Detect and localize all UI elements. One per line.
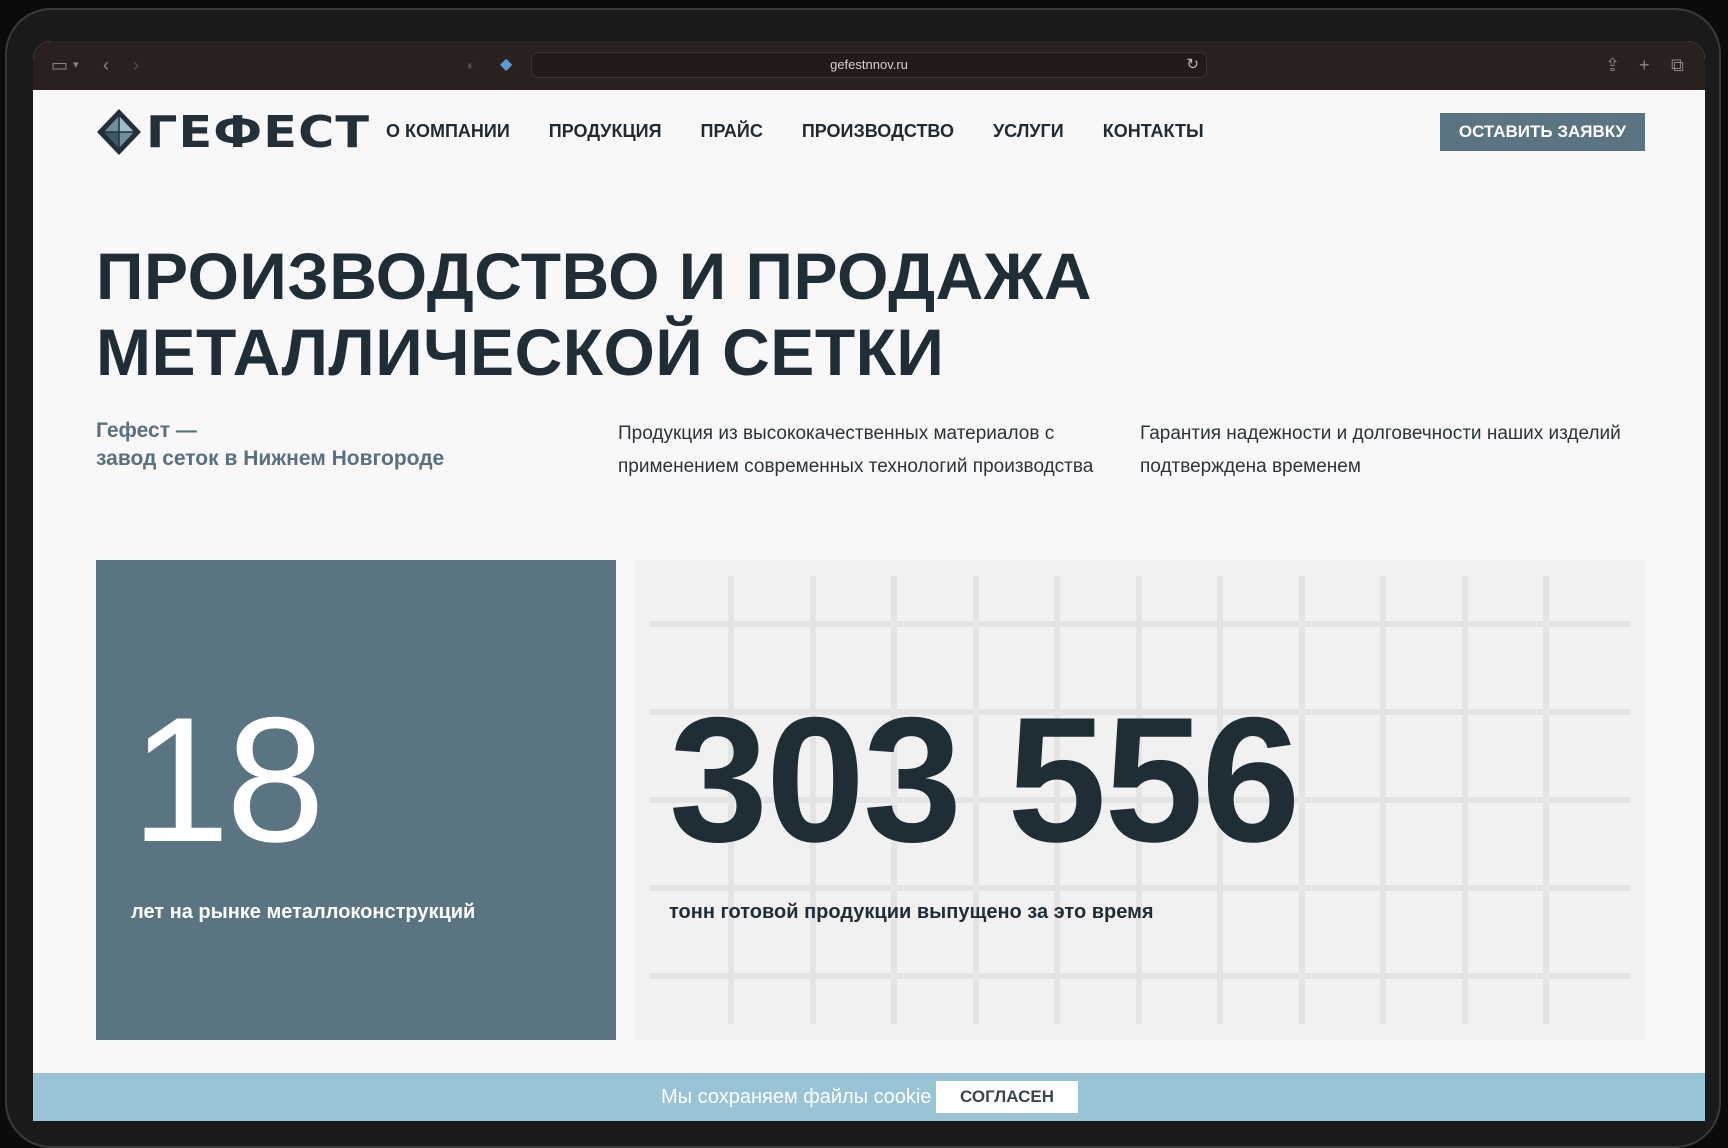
new-tab-icon[interactable]: + bbox=[1639, 54, 1650, 76]
tonnage-stat-card: 303 556 тонн готовой продукции выпущено … bbox=[635, 560, 1645, 1040]
logo-diamond-icon bbox=[97, 109, 141, 155]
privacy-shield-icon[interactable]: ◐ bbox=[467, 54, 475, 76]
reload-icon[interactable]: ↻ bbox=[1186, 55, 1199, 73]
title-line-1: ПРОИЗВОДСТВО И ПРОДАЖА bbox=[96, 239, 1093, 313]
cookie-text: Мы сохраняем файлы cookie bbox=[661, 1086, 932, 1108]
cookie-banner: Мы сохраняем файлы cookie СОГЛАСЕН bbox=[33, 1073, 1705, 1121]
tagline-line-2: завод сеток в Нижнем Новгороде bbox=[96, 447, 445, 470]
nav-item-about[interactable]: О КОМПАНИИ bbox=[386, 121, 510, 142]
nav-item-production[interactable]: ПРОИЗВОДСТВО bbox=[802, 121, 954, 142]
tabs-overview-icon[interactable]: ⧉ bbox=[1671, 54, 1684, 76]
quality-text: Продукция из высококачественных материал… bbox=[618, 423, 1094, 477]
url-text: gefestnnov.ru bbox=[830, 57, 908, 72]
nav-item-products[interactable]: ПРОДУКЦИЯ bbox=[549, 121, 662, 142]
tonnage-caption: тонн готовой продукции выпущено за это в… bbox=[669, 901, 1154, 923]
web-page: ГЕФЕСТ О КОМПАНИИ ПРОДУКЦИЯ ПРАЙС ПРОИЗВ… bbox=[33, 90, 1705, 1121]
device-frame: ▭ ▾ ‹ › ◐ ◆ gefestnnov.ru ↻ ⇪ + ⧉ ГЕФЕСТ… bbox=[5, 8, 1721, 1148]
extension-icon[interactable]: ◆ bbox=[500, 54, 512, 76]
logo[interactable]: ГЕФЕСТ bbox=[96, 106, 369, 158]
back-icon[interactable]: ‹ bbox=[103, 54, 109, 76]
address-bar[interactable]: gefestnnov.ru ↻ bbox=[531, 52, 1207, 78]
browser-toolbar: ▭ ▾ ‹ › ◐ ◆ gefestnnov.ru ↻ ⇪ + ⧉ bbox=[33, 41, 1705, 90]
years-caption: лет на рынке металлоконструкций bbox=[131, 901, 476, 923]
nav-item-price[interactable]: ПРАЙС bbox=[701, 121, 763, 142]
screen: ▭ ▾ ‹ › ◐ ◆ gefestnnov.ru ↻ ⇪ + ⧉ ГЕФЕСТ… bbox=[33, 41, 1705, 1121]
title-line-2: МЕТАЛЛИЧЕСКОЙ СЕТКИ bbox=[96, 315, 945, 389]
share-icon[interactable]: ⇪ bbox=[1605, 54, 1620, 76]
page-title: ПРОИЗВОДСТВО И ПРОДАЖА МЕТАЛЛИЧЕСКОЙ СЕТ… bbox=[96, 238, 1196, 390]
logo-text: ГЕФЕСТ bbox=[146, 106, 371, 158]
nav-item-contacts[interactable]: КОНТАКТЫ bbox=[1103, 121, 1204, 142]
forward-icon[interactable]: › bbox=[133, 54, 139, 76]
years-stat-card: 18 лет на рынке металлоконструкций bbox=[96, 560, 616, 1040]
cookie-accept-button[interactable]: СОГЛАСЕН bbox=[936, 1081, 1078, 1113]
main-nav: О КОМПАНИИ ПРОДУКЦИЯ ПРАЙС ПРОИЗВОДСТВО … bbox=[386, 121, 1243, 142]
nav-item-services[interactable]: УСЛУГИ bbox=[993, 121, 1064, 142]
guarantee-text: Гарантия надежности и долговечности наши… bbox=[1140, 423, 1621, 477]
sidebar-toggle-icon[interactable]: ▭ bbox=[51, 54, 68, 76]
tagline-line-1: Гефест — bbox=[96, 419, 197, 442]
leave-request-button[interactable]: ОСТАВИТЬ ЗАЯВКУ bbox=[1440, 113, 1645, 151]
years-value: 18 bbox=[131, 680, 325, 879]
tonnage-value: 303 556 bbox=[669, 680, 1300, 879]
chevron-down-icon[interactable]: ▾ bbox=[73, 54, 79, 76]
company-tagline: Гефест — завод сеток в Нижнем Новгороде bbox=[96, 417, 536, 473]
